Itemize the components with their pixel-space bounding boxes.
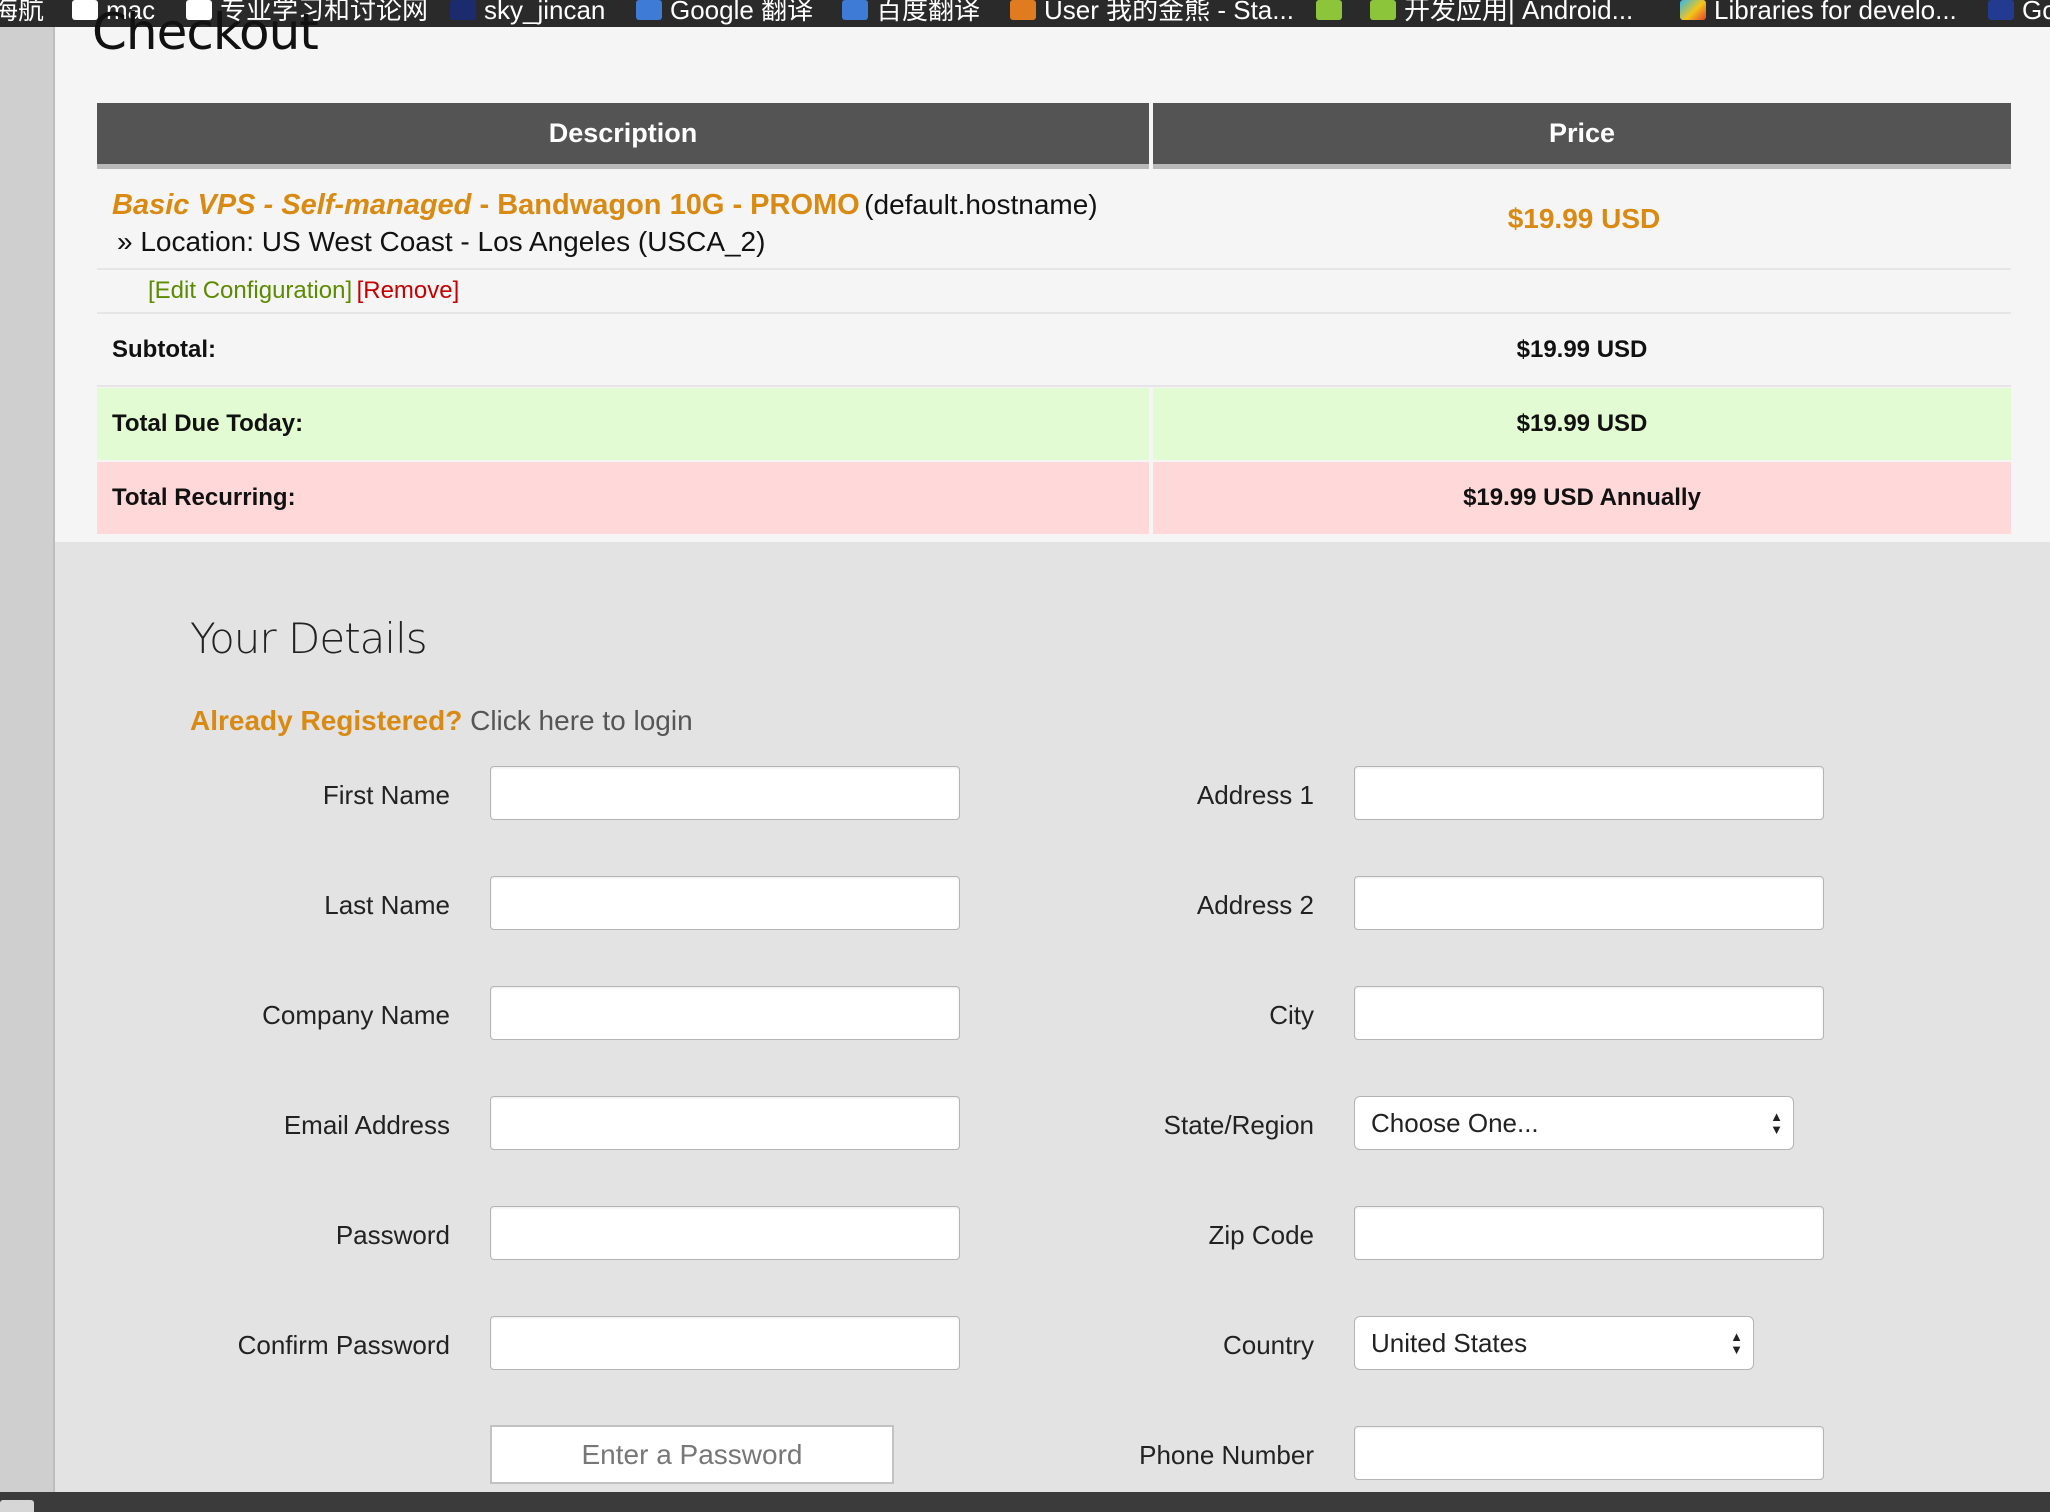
column-header-price: Price [1153, 103, 2011, 169]
status-bar [0, 1492, 2050, 1512]
bookmark-item[interactable]: 海航 [0, 0, 44, 27]
last-name-label: Last Name [324, 890, 450, 920]
baidu-translate-icon [842, 0, 868, 20]
bookmark-go[interactable]: Go [1988, 0, 2050, 27]
bookmark-baidu-translate[interactable]: 百度翻译 [842, 0, 980, 27]
city-input[interactable] [1354, 986, 1824, 1040]
address1-input[interactable] [1354, 766, 1824, 820]
zip-code-input[interactable] [1354, 1206, 1824, 1260]
subtotal-label: Subtotal: [112, 336, 216, 363]
zip-code-label: Zip Code [1208, 1220, 1315, 1250]
cart-actions-row: [Edit Configuration] [Remove] [97, 270, 2011, 314]
column-header-description: Description [97, 103, 1149, 169]
first-name-input[interactable] [490, 766, 960, 820]
section-title-your-details: Your Details [190, 614, 428, 663]
country-select[interactable]: United States ▲ ▼ [1354, 1316, 1754, 1370]
google-translate-icon [636, 0, 662, 20]
email-label: Email Address [283, 1110, 450, 1140]
phone-number-input[interactable] [1354, 1426, 1824, 1480]
address1-label: Address 1 [1196, 780, 1314, 810]
item-location: » Location: US West Coast - Los Angeles … [117, 226, 766, 257]
page-title: Checkout [92, 3, 319, 61]
edit-configuration-link[interactable]: [Edit Configuration] [148, 277, 352, 304]
bookmark-stackoverflow[interactable]: User 我的金熊 - Sta... [1010, 0, 1294, 27]
bookmark-google-translate[interactable]: Google 翻译 [636, 0, 813, 27]
address2-label: Address 2 [1196, 890, 1314, 920]
android-icon [1316, 0, 1342, 20]
password-label: Password [335, 1220, 450, 1250]
bookmark-sky-jincan[interactable]: sky_jincan [450, 0, 605, 27]
confirm-password-input[interactable] [490, 1316, 960, 1370]
bookmark-libraries[interactable]: Libraries for develo... [1680, 0, 1957, 27]
state-region-select[interactable]: Choose One... ▲ ▼ [1354, 1096, 1794, 1150]
total-due-label: Total Due Today: [112, 410, 304, 437]
login-link[interactable]: Click here to login [470, 705, 693, 736]
last-name-input[interactable] [490, 876, 960, 930]
first-name-label: First Name [322, 780, 450, 810]
generate-password-button[interactable]: Enter a Password [490, 1425, 894, 1484]
state-selected-value: Choose One... [1371, 1108, 1539, 1138]
already-registered-text: Already Registered? [190, 705, 463, 736]
company-name-input[interactable] [490, 986, 960, 1040]
left-gutter [0, 27, 53, 1492]
bookmark-android[interactable] [1316, 0, 1350, 27]
company-name-label: Company Name [262, 1000, 450, 1030]
select-arrows-icon: ▲ ▼ [1770, 1109, 1783, 1137]
bookmark-android-dev[interactable]: 开发应用| Android... [1370, 0, 1633, 27]
state-region-label: State/Region [1163, 1110, 1314, 1140]
city-label: City [1269, 1000, 1314, 1030]
item-description-cell: Basic VPS - Self-managed - Bandwagon 10G… [97, 169, 1149, 268]
address2-input[interactable] [1354, 876, 1824, 930]
status-chip [0, 1500, 34, 1512]
item-price-cell: $19.99 USD [1153, 169, 2011, 268]
total-due-row: Total Due Today: $19.99 USD [97, 388, 2011, 460]
total-recurring-label: Total Recurring: [112, 484, 296, 511]
password-input[interactable] [490, 1206, 960, 1260]
bookmark-icon [450, 0, 476, 20]
go-icon [1988, 0, 2014, 20]
android-icon [1370, 0, 1396, 20]
play-icon [1680, 0, 1706, 20]
product-group: Basic VPS - Self-managed [112, 189, 472, 221]
total-due-value: $19.99 USD [1516, 410, 1648, 437]
product-name: Bandwagon 10G - PROMO [497, 189, 860, 221]
remove-item-link[interactable]: [Remove] [357, 277, 460, 304]
total-recurring-row: Total Recurring: $19.99 USD Annually [97, 462, 2011, 534]
subtotal-row: Subtotal: $19.99 USD [97, 314, 2011, 387]
hostname: (default.hostname) [864, 189, 1098, 220]
confirm-password-label: Confirm Password [237, 1330, 450, 1360]
stackoverflow-icon [1010, 0, 1036, 20]
country-label: Country [1222, 1330, 1314, 1360]
select-arrows-icon: ▲ ▼ [1730, 1329, 1743, 1357]
country-selected-value: United States [1371, 1328, 1528, 1358]
cart-item-row: Basic VPS - Self-managed - Bandwagon 10G… [97, 169, 2011, 270]
total-recurring-value: $19.99 USD Annually [1463, 484, 1701, 511]
email-input[interactable] [490, 1096, 960, 1150]
subtotal-value: $19.99 USD [1516, 336, 1648, 363]
phone-number-label: Phone Number [1139, 1440, 1314, 1470]
login-prompt: Already Registered? Click here to login [190, 705, 693, 737]
item-price: $19.99 USD [1507, 203, 1661, 234]
